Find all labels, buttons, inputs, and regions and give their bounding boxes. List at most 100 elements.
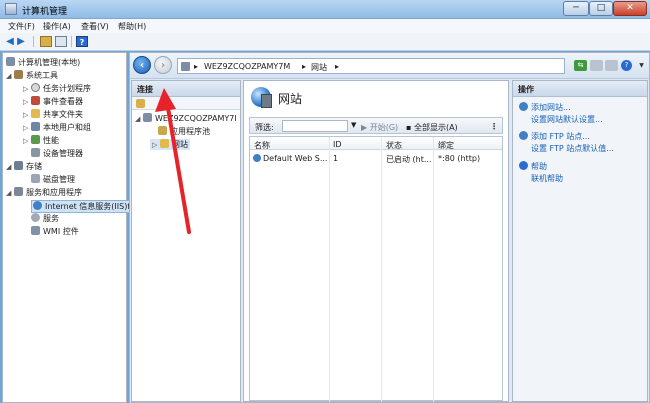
connections-pane: 连接 ◢ WEZ9ZCQOZPAMY7I 应用程序池 ▷ 网站 bbox=[131, 80, 241, 402]
actions-pane: 操作 添加网站... 设置网站默认设置... 添加 FTP 站点... 设置 F… bbox=[512, 80, 648, 402]
row-name-cell: Default Web S... bbox=[253, 154, 327, 163]
address-bar[interactable]: ▸ WEZ9ZCQOZPAMY7M ▸ 网站 ▸ bbox=[177, 58, 565, 74]
menu-help[interactable]: 帮助(H) bbox=[118, 21, 146, 32]
tree-item-wmi[interactable]: WMI 控件 bbox=[31, 226, 79, 237]
filter-start-button[interactable]: ▶ 开始(G) bbox=[361, 122, 398, 133]
tree-item-local-users[interactable]: ▷ 本地用户和组 bbox=[23, 122, 91, 133]
column-divider bbox=[381, 137, 382, 402]
filter-options-icon[interactable]: ⋮ bbox=[490, 122, 498, 131]
iis-back-button[interactable]: ‹ bbox=[133, 56, 151, 74]
breadcrumb-separator: ▸ bbox=[194, 62, 199, 71]
performance-icon bbox=[31, 135, 40, 144]
console-tree: 计算机管理(本地) ◢ 系统工具 ▷ 任务计划程序 ▷ 事件查看器 ▷ 共享文件夹 ▷ 本… bbox=[2, 52, 133, 403]
conn-sites[interactable]: ▷ 网站 bbox=[150, 139, 190, 150]
collapse-icon[interactable]: ◢ bbox=[6, 189, 12, 197]
expand-icon[interactable]: ▷ bbox=[23, 137, 29, 145]
help-icon[interactable]: ? bbox=[621, 60, 632, 71]
conn-app-pools[interactable]: 应用程序池 bbox=[158, 126, 210, 137]
dropdown-arrow-icon[interactable]: ▼ bbox=[635, 60, 648, 71]
expand-icon[interactable]: ▷ bbox=[152, 141, 158, 149]
tree-root[interactable]: 计算机管理(本地) bbox=[6, 57, 80, 68]
disk-icon bbox=[31, 174, 40, 183]
forward-arrow-icon[interactable]: ▶ bbox=[15, 36, 27, 47]
help-book-icon[interactable]: ? bbox=[76, 36, 88, 47]
minimize-button[interactable]: ─ bbox=[563, 1, 589, 16]
action-ftp-defaults[interactable]: 设置 FTP 站点默认值... bbox=[531, 143, 614, 154]
expand-icon[interactable]: ▷ bbox=[23, 85, 29, 93]
toolbar-separator bbox=[71, 36, 72, 47]
connect-icon[interactable] bbox=[136, 99, 145, 108]
sites-table: 名称 ID 状态 绑定 Default Web S... 1 已启动 (ht..… bbox=[249, 136, 503, 402]
stop-icon[interactable] bbox=[590, 60, 603, 71]
server-icon bbox=[181, 62, 190, 71]
filter-show-all-button[interactable]: ▪ 全部显示(A) bbox=[406, 122, 458, 133]
maximize-button[interactable]: □ bbox=[589, 1, 613, 16]
window-title: 计算机管理 bbox=[22, 7, 68, 17]
add-ftp-icon bbox=[519, 131, 528, 140]
tree-item-services-apps[interactable]: ◢ 服务和应用程序 bbox=[6, 187, 82, 198]
page-title: 网站 bbox=[278, 92, 303, 106]
event-viewer-icon bbox=[31, 96, 40, 105]
home-icon[interactable] bbox=[605, 60, 618, 71]
menu-view[interactable]: 查看(V) bbox=[81, 21, 109, 32]
action-add-site[interactable]: 添加网站... bbox=[531, 102, 571, 113]
iis-icon bbox=[33, 201, 42, 210]
expand-icon[interactable]: ▷ bbox=[23, 98, 29, 106]
action-add-ftp[interactable]: 添加 FTP 站点... bbox=[531, 131, 590, 142]
tree-item-performance[interactable]: ▷ 性能 bbox=[23, 135, 59, 146]
table-header: 名称 ID 状态 绑定 bbox=[250, 137, 502, 150]
column-divider bbox=[329, 137, 330, 402]
col-binding[interactable]: 绑定 bbox=[438, 140, 454, 151]
show-hide-tree-icon[interactable] bbox=[55, 36, 67, 47]
collapse-icon[interactable]: ◢ bbox=[135, 115, 141, 123]
tree-item-task-scheduler[interactable]: ▷ 任务计划程序 bbox=[23, 83, 91, 94]
storage-icon bbox=[14, 161, 23, 170]
filter-input[interactable] bbox=[282, 120, 348, 132]
collapse-icon[interactable]: ◢ bbox=[6, 72, 12, 80]
tree-item-storage[interactable]: ◢ 存储 bbox=[6, 161, 42, 172]
up-folder-icon[interactable] bbox=[40, 36, 52, 47]
row-status-cell: 已启动 (ht... bbox=[386, 155, 432, 164]
computer-icon bbox=[6, 57, 15, 66]
conn-server-node[interactable]: ◢ WEZ9ZCQOZPAMY7I bbox=[135, 113, 237, 123]
iis-forward-button[interactable]: › bbox=[154, 56, 172, 74]
column-divider bbox=[433, 137, 434, 402]
expand-icon[interactable]: ▷ bbox=[23, 124, 29, 132]
tree-item-disk-management[interactable]: 磁盘管理 bbox=[31, 174, 75, 185]
breadcrumb-separator: ▸ bbox=[335, 62, 340, 71]
tree-item-shared-folders[interactable]: ▷ 共享文件夹 bbox=[23, 109, 83, 120]
device-icon bbox=[31, 148, 40, 157]
col-id[interactable]: ID bbox=[333, 140, 342, 149]
iis-navigation-bar: ‹ › ▸ WEZ9ZCQOZPAMY7M ▸ 网站 ▸ ⇆ ? ▼ bbox=[130, 53, 649, 79]
tree-item-event-viewer[interactable]: ▷ 事件查看器 bbox=[23, 96, 83, 107]
menu-action[interactable]: 操作(A) bbox=[43, 21, 71, 32]
tree-item-system-tools[interactable]: ◢ 系统工具 bbox=[6, 70, 58, 81]
col-name[interactable]: 名称 bbox=[254, 140, 270, 151]
tree-item-device-manager[interactable]: 设备管理器 bbox=[31, 148, 83, 159]
breadcrumb-server[interactable]: WEZ9ZCQOZPAMY7M bbox=[204, 62, 290, 71]
breadcrumb-separator: ▸ bbox=[302, 62, 307, 71]
action-site-defaults[interactable]: 设置网站默认设置... bbox=[531, 114, 603, 125]
breadcrumb-sites[interactable]: 网站 bbox=[311, 62, 327, 73]
filter-dropdown-icon[interactable]: ▼ bbox=[351, 121, 356, 129]
add-site-icon bbox=[519, 102, 528, 111]
toolbar-separator bbox=[33, 36, 34, 47]
collapse-icon[interactable]: ◢ bbox=[6, 163, 12, 171]
actions-header: 操作 bbox=[513, 81, 647, 97]
filter-bar: 筛选: ▼ ▶ 开始(G) ▪ 全部显示(A) ⋮ bbox=[249, 117, 503, 134]
gear-icon bbox=[31, 213, 40, 222]
sites-content: 网站 筛选: ▼ ▶ 开始(G) ▪ 全部显示(A) ⋮ 名称 ID 状态 绑定… bbox=[243, 80, 509, 402]
refresh-icon[interactable]: ⇆ bbox=[574, 60, 587, 71]
col-status[interactable]: 状态 bbox=[386, 140, 402, 151]
action-online-help[interactable]: 联机帮助 bbox=[531, 173, 563, 184]
close-button[interactable]: ✕ bbox=[613, 1, 647, 16]
expand-icon[interactable]: ▷ bbox=[23, 111, 29, 119]
sites-folder-icon bbox=[160, 139, 169, 148]
tree-item-services[interactable]: 服务 bbox=[31, 213, 59, 224]
action-help[interactable]: 帮助 bbox=[531, 161, 547, 172]
website-globe-icon bbox=[253, 154, 261, 162]
clock-icon bbox=[31, 83, 40, 92]
menu-file[interactable]: 文件(F) bbox=[8, 21, 35, 32]
tree-item-iis[interactable]: Internet 信息服务(IIS)f bbox=[31, 200, 133, 213]
app-pool-icon bbox=[158, 126, 167, 135]
